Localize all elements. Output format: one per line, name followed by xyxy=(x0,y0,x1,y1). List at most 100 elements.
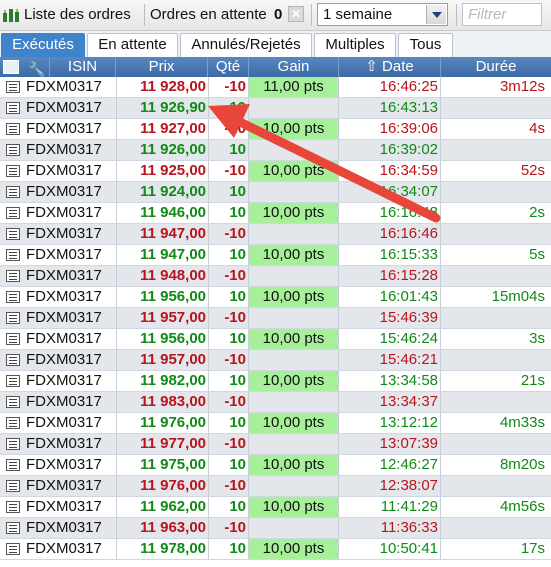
column-divider xyxy=(116,203,117,223)
doc-icon[interactable] xyxy=(6,102,20,114)
cell-duree: 52s xyxy=(520,162,545,179)
table-row[interactable]: FDXM0317 11 977,00 -10 13:07:39 xyxy=(0,434,551,455)
table-row[interactable]: FDXM0317 11 962,00 10 10,00 pts 11:41:29 4m56… xyxy=(0,497,551,518)
table-row[interactable]: FDXM0317 11 924,00 10 16:34:07 xyxy=(0,182,551,203)
tab-annules-rejetes[interactable]: Annulés/Rejetés xyxy=(180,33,312,57)
doc-icon[interactable] xyxy=(6,543,20,555)
tab-executes[interactable]: Exécutés xyxy=(1,33,85,57)
table-row[interactable]: FDXM0317 11 957,00 -10 15:46:21 xyxy=(0,350,551,371)
column-header-qte[interactable]: Qté xyxy=(208,57,249,77)
table-row[interactable]: FDXM0317 11 976,00 -10 12:38:07 xyxy=(0,476,551,497)
chevron-down-icon[interactable] xyxy=(426,5,446,24)
doc-icon[interactable] xyxy=(6,81,20,93)
column-divider xyxy=(338,413,339,433)
column-divider xyxy=(248,350,249,370)
clear-pending-icon[interactable]: ✕ xyxy=(288,6,304,22)
column-header-duree[interactable]: Durée xyxy=(441,57,551,77)
doc-icon[interactable] xyxy=(6,459,20,471)
doc-icon[interactable] xyxy=(6,396,20,408)
cell-date: 12:38:07 xyxy=(379,477,438,494)
cell-duree: 4m56s xyxy=(499,498,545,515)
row-doc-icon xyxy=(2,497,22,517)
table-row[interactable]: FDXM0317 11 956,00 10 10,00 pts 15:46:24 3s xyxy=(0,329,551,350)
doc-icon[interactable] xyxy=(6,375,20,387)
cell-gain: 10,00 pts xyxy=(249,203,338,223)
doc-icon[interactable] xyxy=(6,417,20,429)
table-row[interactable]: FDXM0317 11 947,00 -10 16:16:46 xyxy=(0,224,551,245)
table-header: 🔧 ISIN Prix Qté Gain ⇧ Date Durée xyxy=(0,57,551,77)
toolbar-divider xyxy=(456,4,457,26)
column-divider xyxy=(440,371,441,391)
column-header-isin[interactable]: ISIN xyxy=(50,57,116,77)
doc-icon[interactable] xyxy=(6,333,20,345)
column-divider xyxy=(248,518,249,538)
doc-icon[interactable] xyxy=(6,270,20,282)
table-row[interactable]: FDXM0317 11 956,00 10 10,00 pts 16:01:43 15m0… xyxy=(0,287,551,308)
column-divider xyxy=(440,140,441,160)
doc-icon[interactable] xyxy=(3,60,19,74)
table-row[interactable]: FDXM0317 11 982,00 10 10,00 pts 13:34:58 21s xyxy=(0,371,551,392)
cell-isin: FDXM0317 xyxy=(26,435,102,452)
doc-icon[interactable] xyxy=(6,249,20,261)
cell-qte: 10 xyxy=(229,288,246,305)
cell-prix: 11 977,00 xyxy=(140,435,206,452)
column-header-date[interactable]: ⇧ Date xyxy=(339,57,441,77)
wrench-icon[interactable]: 🔧 xyxy=(28,59,45,79)
doc-icon[interactable] xyxy=(6,480,20,492)
column-divider xyxy=(248,119,249,139)
column-divider xyxy=(440,161,441,181)
cell-qte: 10 xyxy=(229,498,246,515)
cell-prix: 11 983,00 xyxy=(140,393,206,410)
table-row[interactable]: FDXM0317 11 978,00 10 10,00 pts 10:50:41 17s xyxy=(0,539,551,560)
table-row[interactable]: FDXM0317 11 963,00 -10 11:36:33 xyxy=(0,518,551,539)
cell-duree xyxy=(441,518,547,538)
cell-qte: 10 xyxy=(229,414,246,431)
table-row[interactable]: FDXM0317 11 948,00 -10 16:15:28 xyxy=(0,266,551,287)
doc-icon[interactable] xyxy=(6,228,20,240)
table-row[interactable]: FDXM0317 11 957,00 -10 15:46:39 xyxy=(0,308,551,329)
table-row[interactable]: FDXM0317 11 928,00 -10 11,00 pts 16:46:25 3m1… xyxy=(0,77,551,98)
row-doc-icon xyxy=(2,77,22,97)
cell-qte: 10 xyxy=(229,330,246,347)
column-divider xyxy=(248,77,249,97)
doc-icon[interactable] xyxy=(6,354,20,366)
doc-icon[interactable] xyxy=(6,165,20,177)
table-row[interactable]: FDXM0317 11 976,00 10 10,00 pts 13:12:12 4m33… xyxy=(0,413,551,434)
row-doc-icon xyxy=(2,329,22,349)
doc-icon[interactable] xyxy=(6,438,20,450)
cell-gain xyxy=(249,350,338,370)
column-divider xyxy=(440,329,441,349)
table-row[interactable]: FDXM0317 11 947,00 10 10,00 pts 16:15:33 5s xyxy=(0,245,551,266)
table-row[interactable]: FDXM0317 11 983,00 -10 13:34:37 xyxy=(0,392,551,413)
column-header-gain[interactable]: Gain xyxy=(249,57,339,77)
table-row[interactable]: FDXM0317 11 927,00 -10 10,00 pts 16:39:06 4s xyxy=(0,119,551,140)
tab-en-attente[interactable]: En attente xyxy=(87,33,178,57)
column-divider xyxy=(248,434,249,454)
filter-input[interactable]: Filtrer xyxy=(462,3,542,26)
table-row[interactable]: FDXM0317 11 926,00 10 16:39:02 xyxy=(0,140,551,161)
doc-icon[interactable] xyxy=(6,522,20,534)
doc-icon[interactable] xyxy=(6,123,20,135)
row-doc-icon xyxy=(2,308,22,328)
cell-date: 16:16:46 xyxy=(379,225,438,242)
table-row[interactable]: FDXM0317 11 925,00 -10 10,00 pts 16:34:59 52s xyxy=(0,161,551,182)
tab-tous[interactable]: Tous xyxy=(398,33,453,57)
doc-icon[interactable] xyxy=(6,207,20,219)
column-header-prix[interactable]: Prix xyxy=(116,57,208,77)
table-row[interactable]: FDXM0317 11 975,00 10 10,00 pts 12:46:27 8m20… xyxy=(0,455,551,476)
cell-duree xyxy=(441,476,547,496)
doc-icon[interactable] xyxy=(6,501,20,513)
doc-icon[interactable] xyxy=(6,291,20,303)
header-tools: 🔧 xyxy=(0,57,50,77)
tab-multiples[interactable]: Multiples xyxy=(314,33,396,57)
cell-qte: -10 xyxy=(224,120,246,137)
doc-icon[interactable] xyxy=(6,312,20,324)
table-row[interactable]: FDXM0317 11 926,90 10 16:43:13 xyxy=(0,98,551,119)
row-doc-icon xyxy=(2,539,22,559)
doc-icon[interactable] xyxy=(6,186,20,198)
cell-isin: FDXM0317 xyxy=(26,498,102,515)
period-select[interactable]: 1 semaine xyxy=(317,3,448,26)
doc-icon[interactable] xyxy=(6,144,20,156)
table-row[interactable]: FDXM0317 11 946,00 10 10,00 pts 16:16:48 2s xyxy=(0,203,551,224)
column-divider xyxy=(338,77,339,97)
